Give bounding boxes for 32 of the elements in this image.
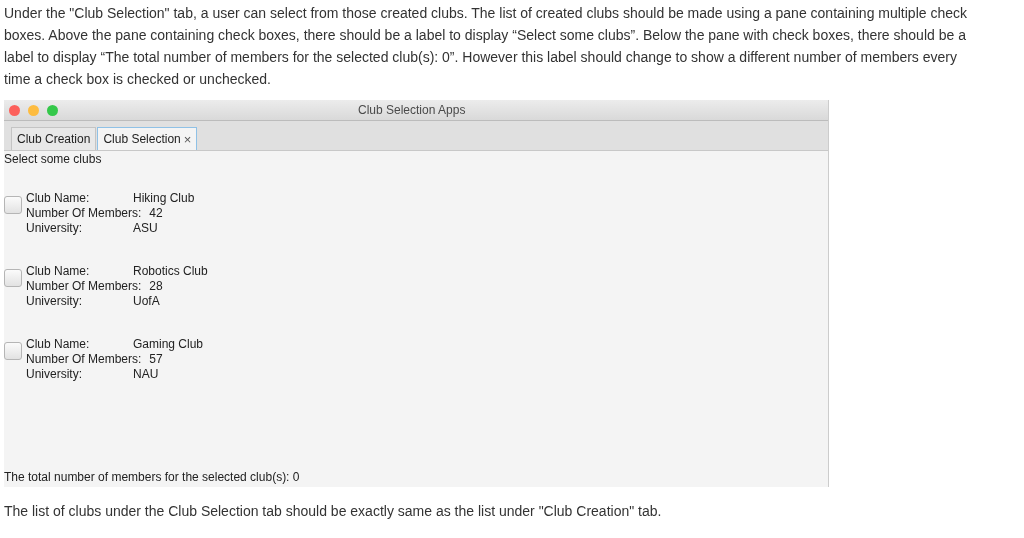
field-label: Number Of Members: xyxy=(26,279,143,294)
field-value: NAU xyxy=(133,367,159,382)
field-label: Club Name: xyxy=(26,191,91,206)
field-value: Robotics Club xyxy=(133,264,208,279)
field-label: University: xyxy=(26,294,83,309)
checkbox[interactable] xyxy=(4,196,22,214)
checkbox[interactable] xyxy=(4,269,22,287)
field-label: Club Name: xyxy=(26,337,91,352)
field-label: Number Of Members: xyxy=(26,206,143,221)
note-paragraph: The list of clubs under the Club Selection tab should be exactly same as the list under "Club Creation" tab. xyxy=(4,502,663,521)
field-label: Number Of Members: xyxy=(26,352,143,367)
field-label: University: xyxy=(26,221,83,236)
field-value: UofA xyxy=(133,294,160,309)
minimize-window-button[interactable] xyxy=(28,104,39,116)
tab[interactable]: Club Creation xyxy=(11,127,97,150)
zoom-window-button[interactable] xyxy=(47,104,58,116)
close-window-button[interactable] xyxy=(9,104,20,116)
field-value: Hiking Club xyxy=(133,191,195,206)
total-members-label: The total number of members for the selected club(s): 0 xyxy=(4,470,301,486)
checkbox[interactable] xyxy=(4,342,22,360)
close-tab-button[interactable]: × xyxy=(183,131,192,147)
select-clubs-label: Select some clubs xyxy=(4,151,103,167)
field-value: 57 xyxy=(149,352,163,367)
field-value: Gaming Club xyxy=(133,337,204,352)
instruction-paragraph: Under the "Club Selection" tab, a user can select from those created clubs. The list of created clubs should be made using a pane containing multiple check boxes. Above the pane containing check boxes, there should be a label to display “Select some clubs”. Below the pane with check boxes, there should be a label to display “The total number of members for the selected club(s): 0”. However this label should change to show a different number of members every time a check box is checked or unchecked. xyxy=(4,4,968,89)
window-title: Club Selection Apps xyxy=(358,103,466,117)
field-value: 42 xyxy=(149,206,163,221)
tab[interactable]: Club Selection × xyxy=(97,127,198,150)
field-value: ASU xyxy=(133,221,158,236)
field-label: University: xyxy=(26,367,83,382)
field-value: 28 xyxy=(149,279,163,294)
field-label: Club Name: xyxy=(26,264,91,279)
